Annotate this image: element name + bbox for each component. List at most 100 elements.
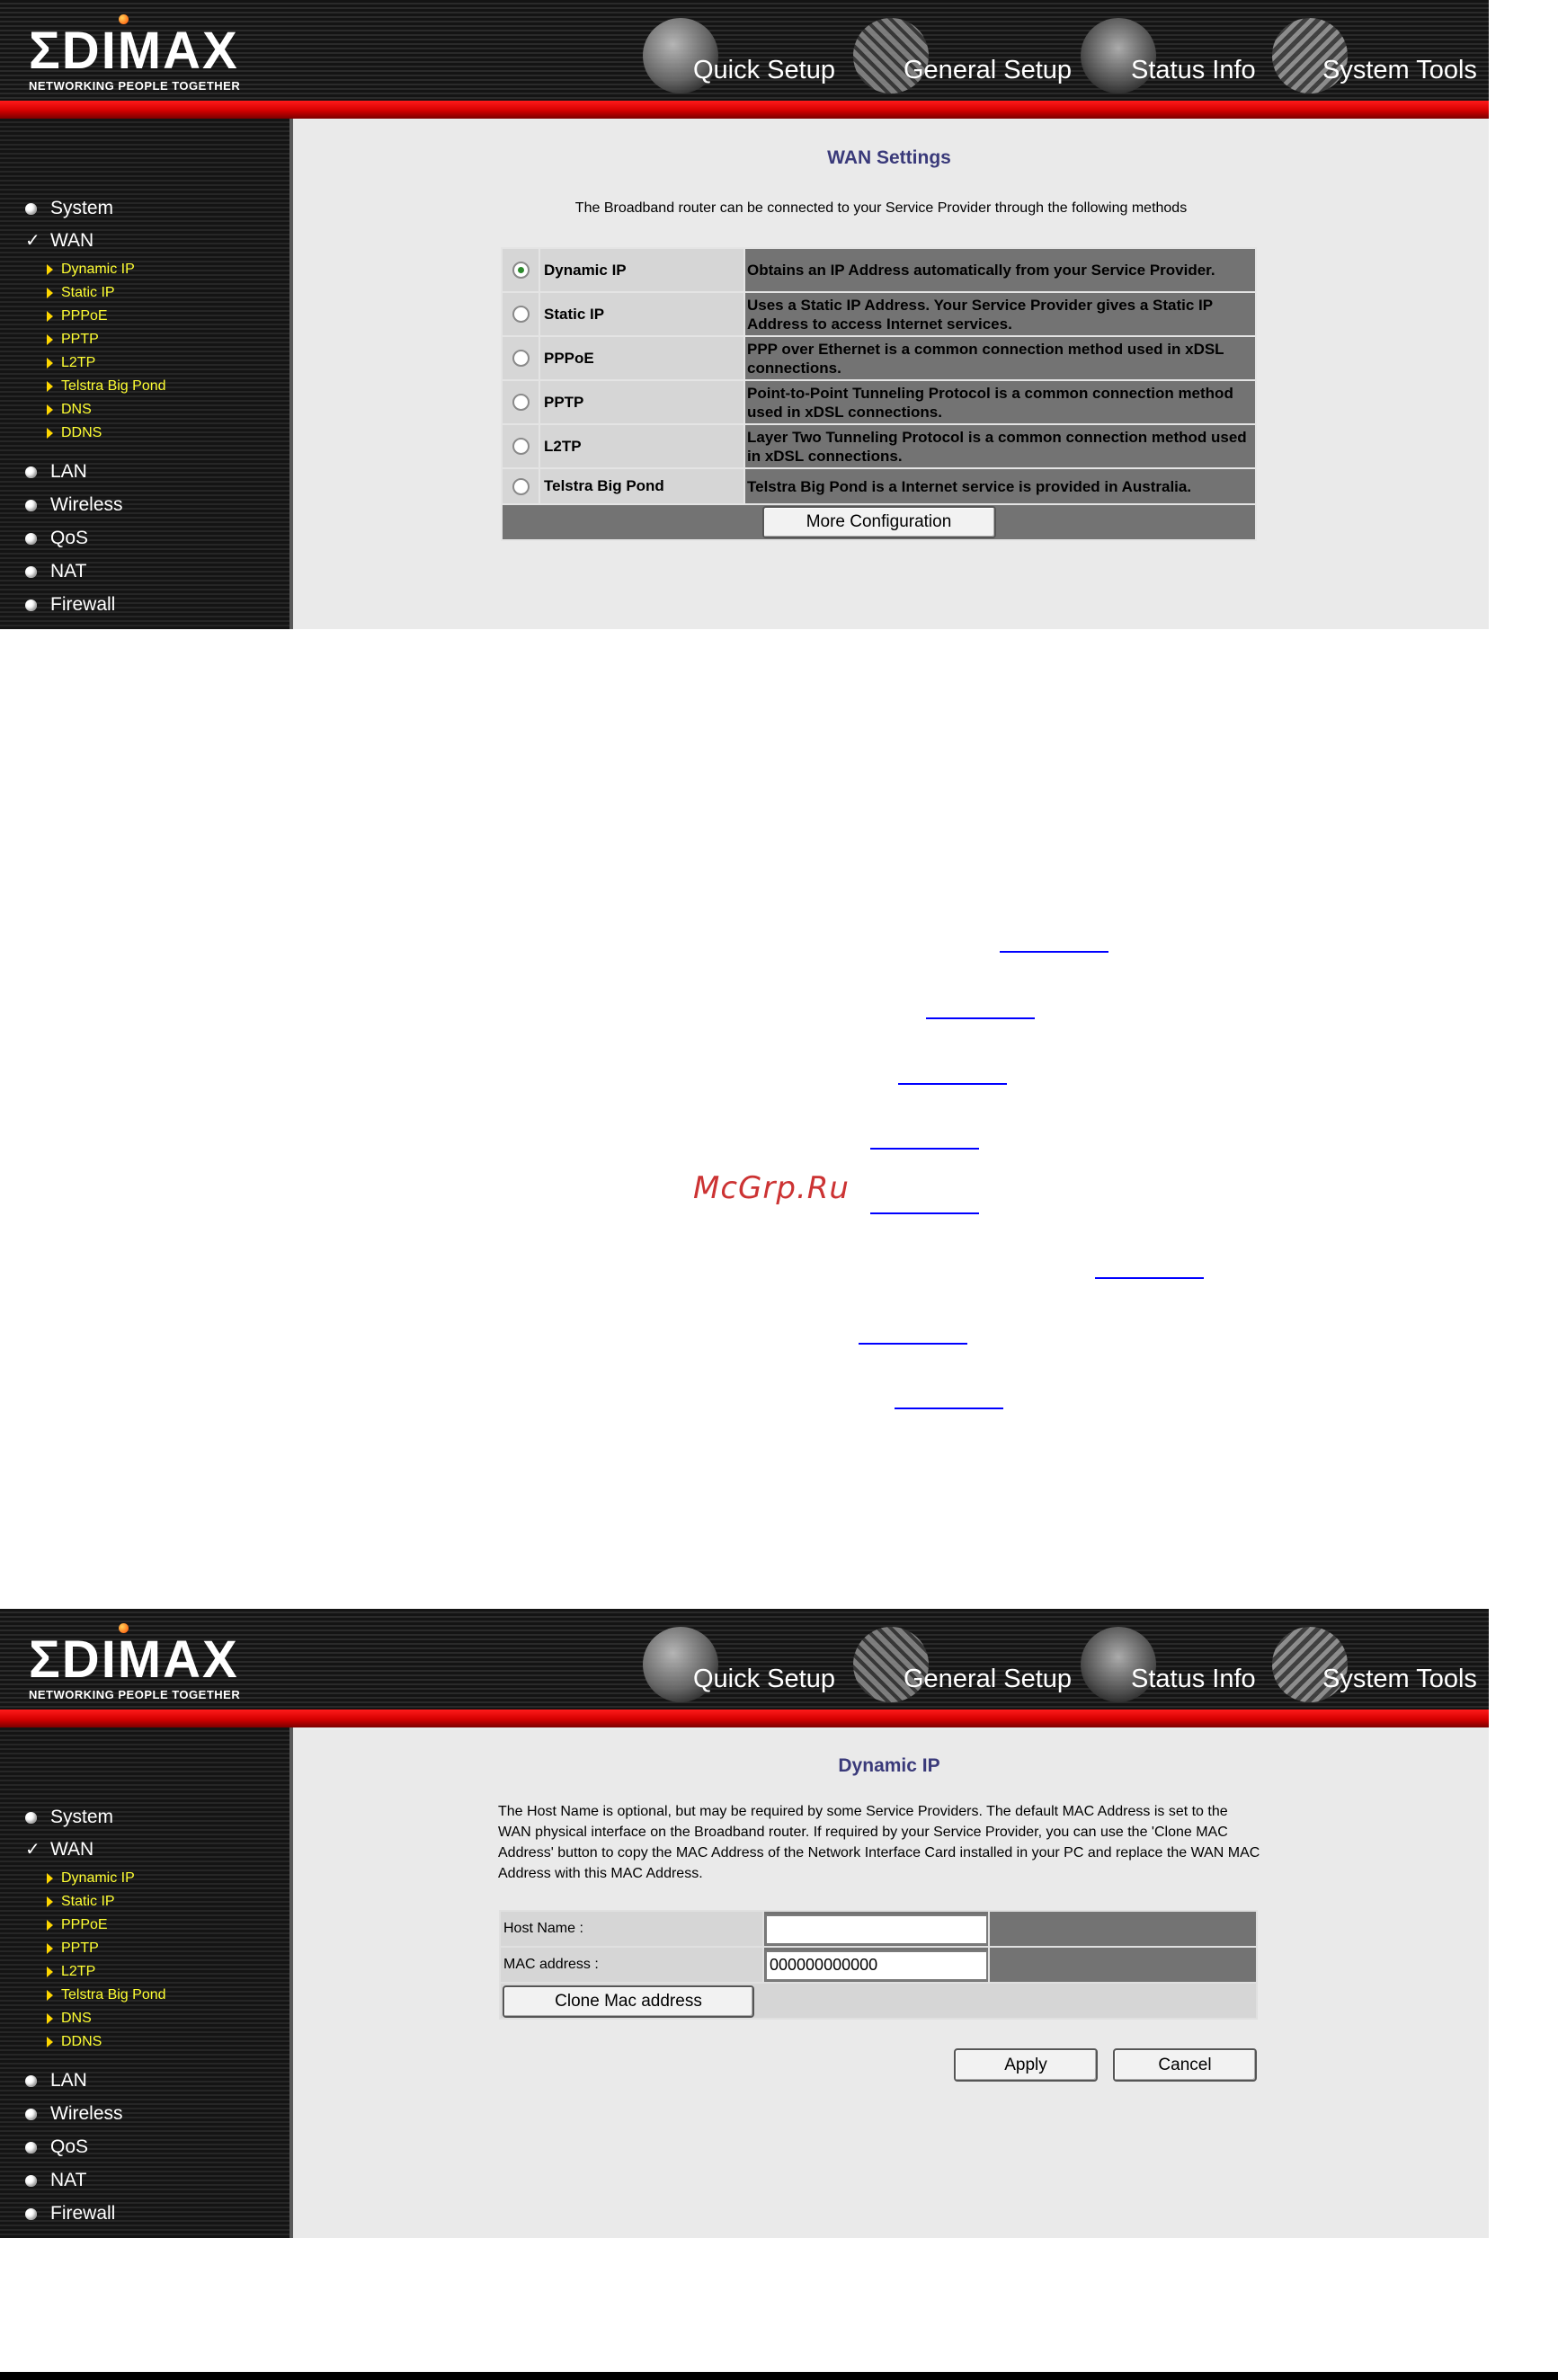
edimax-logo: ΣDIMAX NETWORKING PEOPLE TOGETHER: [29, 14, 241, 93]
wan-option-row[interactable]: Static IP Uses a Static IP Address. Your…: [501, 291, 1257, 337]
page-link[interactable]: [870, 1212, 979, 1214]
sidebar-sub-pppoe[interactable]: PPPoE: [47, 1917, 108, 1933]
checkmark-icon: ✓: [25, 231, 40, 251]
page-link[interactable]: [1000, 951, 1108, 953]
sidebar-label: Firewall: [50, 2203, 116, 2224]
sidebar-sub-dynamic-ip[interactable]: Dynamic IP: [47, 1870, 135, 1887]
l2tp-radio[interactable]: [512, 438, 530, 455]
dynamic-ip-form: Host Name : MAC address : Clone Mac addr…: [499, 1910, 1258, 2020]
sidebar-label: Wireless: [50, 494, 123, 515]
telstra-radio[interactable]: [512, 477, 530, 495]
option-name: PPTP: [539, 379, 745, 425]
sidebar-item-system[interactable]: System: [25, 1807, 113, 1828]
pptp-radio[interactable]: [512, 394, 530, 411]
arrow-icon: [47, 1873, 53, 1884]
radio-cell: [501, 467, 540, 505]
clone-mac-address-button[interactable]: Clone Mac address: [503, 1985, 754, 2018]
sidebar-sub-ddns[interactable]: DDNS: [47, 425, 102, 441]
arrow-icon: [47, 1990, 53, 2001]
bullet-icon: [25, 499, 37, 511]
sidebar-sub-l2tp[interactable]: L2TP: [47, 355, 95, 371]
page-link[interactable]: [870, 1148, 979, 1150]
sidebar-sub-pptp[interactable]: PPTP: [47, 1940, 99, 1957]
radio-cell: [501, 379, 540, 425]
sidebar-sub-l2tp[interactable]: L2TP: [47, 1964, 95, 1980]
dynamic-ip-radio[interactable]: [512, 262, 530, 279]
sidebar-item-qos[interactable]: QoS: [25, 528, 88, 549]
cancel-button[interactable]: Cancel: [1113, 2048, 1257, 2082]
nav-label: Quick Setup: [693, 1665, 835, 1693]
sidebar-label: WAN: [50, 230, 94, 251]
sidebar-item-lan[interactable]: LAN: [25, 2070, 87, 2091]
page-link[interactable]: [926, 1017, 1035, 1019]
option-name: Static IP: [539, 291, 745, 337]
apply-button[interactable]: Apply: [954, 2048, 1098, 2082]
sidebar-sub-telstra[interactable]: Telstra Big Pond: [47, 378, 166, 395]
sidebar-sub-dns[interactable]: DNS: [47, 2011, 92, 2027]
host-name-input[interactable]: [765, 1914, 988, 1945]
sidebar-sub-dns[interactable]: DNS: [47, 402, 92, 418]
sidebar-item-wireless[interactable]: Wireless: [25, 2103, 123, 2125]
clone-mac-cell: Clone Mac address: [499, 1982, 1258, 2020]
wan-option-row[interactable]: L2TP Layer Two Tunneling Protocol is a c…: [501, 423, 1257, 469]
header-red-stripe: [0, 1710, 1489, 1727]
sidebar-sub-pppoe[interactable]: PPPoE: [47, 308, 108, 324]
sidebar-sub-static-ip[interactable]: Static IP: [47, 285, 115, 301]
nav-label: General Setup: [904, 56, 1073, 84]
sidebar-label: QoS: [50, 2136, 89, 2157]
sidebar-label: WAN: [50, 1839, 94, 1860]
logo-tagline: NETWORKING PEOPLE TOGETHER: [29, 79, 241, 93]
wan-option-row[interactable]: Telstra Big Pond Telstra Big Pond is a I…: [501, 467, 1257, 505]
arrow-icon: [47, 1967, 53, 1977]
nav-label: General Setup: [904, 1665, 1073, 1693]
wan-method-table: Dynamic IP Obtains an IP Address automat…: [501, 247, 1257, 541]
intro-text: The Broadband router can be connected to…: [574, 200, 1188, 216]
static-ip-radio[interactable]: [512, 306, 530, 323]
sidebar-sub-dynamic-ip[interactable]: Dynamic IP: [47, 262, 135, 278]
page-link[interactable]: [898, 1083, 1007, 1085]
pppoe-radio[interactable]: [512, 350, 530, 367]
wan-option-row[interactable]: PPTP Point-to-Point Tunneling Protocol i…: [501, 379, 1257, 425]
arrow-icon: [47, 404, 53, 415]
sidebar-label: System: [50, 198, 114, 218]
sidebar-item-nat[interactable]: NAT: [25, 2170, 86, 2191]
sidebar-item-nat[interactable]: NAT: [25, 561, 86, 582]
sidebar-item-wan[interactable]: ✓ WAN: [25, 230, 93, 252]
sidebar-sub-label: DNS: [61, 2011, 92, 2026]
sidebar-sub-pptp[interactable]: PPTP: [47, 332, 99, 348]
sidebar-item-firewall[interactable]: Firewall: [25, 2203, 115, 2225]
nav-label: Status Info: [1131, 56, 1256, 84]
wan-option-row[interactable]: Dynamic IP Obtains an IP Address automat…: [501, 247, 1257, 293]
sidebar-item-firewall[interactable]: Firewall: [25, 594, 115, 616]
arrow-icon: [47, 264, 53, 275]
more-configuration-button[interactable]: More Configuration: [761, 506, 996, 538]
wan-option-row[interactable]: PPPoE PPP over Ethernet is a common conn…: [501, 335, 1257, 381]
sidebar-sub-telstra[interactable]: Telstra Big Pond: [47, 1987, 166, 2003]
mac-address-label: MAC address :: [499, 1946, 764, 1984]
host-name-cell: [762, 1910, 990, 1948]
bullet-icon: [25, 2108, 37, 2120]
page-link[interactable]: [859, 1343, 967, 1345]
sidebar-sub-ddns[interactable]: DDNS: [47, 2034, 102, 2050]
arrow-icon: [47, 311, 53, 322]
option-desc: Point-to-Point Tunneling Protocol is a c…: [743, 379, 1257, 425]
header-red-stripe: [0, 101, 1489, 119]
sidebar-item-qos[interactable]: QoS: [25, 2136, 88, 2158]
sidebar-item-lan[interactable]: LAN: [25, 461, 87, 483]
sidebar-label: Firewall: [50, 594, 116, 615]
sidebar-sub-label: L2TP: [61, 355, 96, 370]
mac-address-input[interactable]: [765, 1949, 988, 1981]
option-name: L2TP: [539, 423, 745, 469]
sidebar-label: NAT: [50, 561, 87, 582]
sidebar-sub-static-ip[interactable]: Static IP: [47, 1894, 115, 1910]
page-link[interactable]: [1095, 1277, 1204, 1279]
sidebar-item-wan[interactable]: ✓ WAN: [25, 1839, 93, 1860]
mac-address-row: MAC address :: [499, 1946, 1258, 1984]
filler-cell: [988, 1946, 1258, 1984]
option-name: Telstra Big Pond: [539, 467, 745, 505]
radio-cell: [501, 335, 540, 381]
page-link[interactable]: [895, 1408, 1003, 1409]
sidebar-item-system[interactable]: System: [25, 198, 113, 219]
sidebar: System ✓ WAN Dynamic IP Static IP PPPoE P…: [0, 119, 293, 629]
sidebar-item-wireless[interactable]: Wireless: [25, 494, 123, 516]
